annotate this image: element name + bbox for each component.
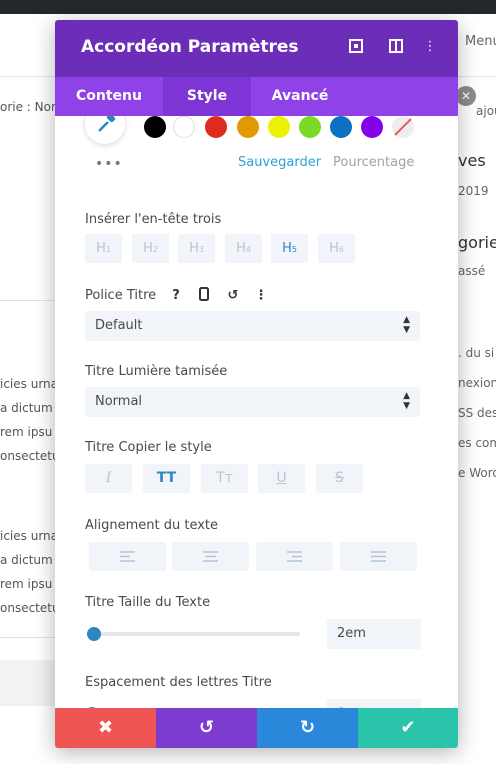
title-size-input[interactable]: 2em [327,619,421,649]
close-icon: ✖ [97,717,114,738]
color-swatch-yellow[interactable] [268,116,290,138]
title-font-icons: ? ↺ ⋮ [167,287,270,306]
bg-widget-text: SS des [458,406,496,420]
select-arrows-icon: ▲ ▼ [403,315,410,335]
bg-footer-block [0,660,60,706]
more-options-icon[interactable]: ⋮ [422,39,438,55]
strikethrough-button[interactable]: S [316,464,363,493]
bg-text-line: a dictum [0,401,53,415]
tab-style[interactable]: Style [163,77,251,116]
title-weight-label: Titre Lumière tamisée [85,364,228,379]
bg-widget-text: 2019 [458,184,489,198]
bg-widget-text: e Word [458,466,496,480]
align-center-button[interactable] [172,542,249,571]
color-swatch-red[interactable] [205,116,227,138]
undo-icon: ↺ [198,717,215,738]
underline-button[interactable]: U [258,464,305,493]
modal-header: Accordéon Paramètres ⋮ [55,20,458,77]
eyedropper-button[interactable] [85,116,125,144]
no-color-swatch[interactable] [392,116,414,138]
admin-bar [0,0,496,14]
tab-advanced[interactable]: Avancé [251,77,349,116]
heading-h1-button[interactable]: H1 [85,234,122,263]
close-circle-icon[interactable]: ✕ [456,86,476,106]
redo-icon: ↻ [299,717,316,738]
more-colors-icon[interactable]: ••• [95,156,123,172]
percent-link[interactable]: Pourcentage [333,155,414,170]
site-menu-link[interactable]: Menu [465,34,496,49]
uppercase-button[interactable]: TT [143,464,190,493]
undo-button[interactable]: ↺ [156,708,257,748]
bg-widget-title: ves [458,151,486,170]
bg-widget-text: . du si [458,346,495,360]
heading-h2-button[interactable]: H2 [132,234,169,263]
title-size-slider-track[interactable] [93,632,300,636]
checkmark-icon: ✔ [400,717,416,738]
help-icon[interactable]: ? [167,287,185,305]
color-swatch-green[interactable] [299,116,321,138]
text-align-label: Alignement du texte [85,518,219,533]
align-right-icon [287,551,302,562]
heading-h4-button[interactable]: H4 [225,234,262,263]
align-center-icon [203,551,218,562]
select-arrows-icon: ▲ ▼ [403,391,410,411]
modal-title: Accordéon Paramètres [81,37,299,57]
align-left-button[interactable] [89,542,166,571]
color-swatch-black[interactable] [144,116,166,138]
bg-text-line: icies urna [0,377,59,391]
align-justify-button[interactable] [340,542,417,571]
bg-text-line: icies urna [0,529,59,543]
italic-button[interactable]: I [85,464,132,493]
modal-footer: ✖ ↺ ↻ ✔ [55,708,458,748]
bg-text-line: a dictum [0,553,53,567]
settings-panel: ••• Sauvegarder Pourcentage Insérer l'en… [55,116,458,708]
redo-button[interactable]: ↻ [257,708,358,748]
reset-icon[interactable]: ↺ [224,287,242,305]
settings-modal: Accordéon Paramètres ⋮ Contenu Style Ava… [55,20,458,748]
heading-level-label: Insérer l'en-tête trois [85,212,222,227]
divider [0,637,60,638]
heading-h5-button[interactable]: H5 [271,234,308,263]
align-justify-icon [371,551,386,562]
align-left-icon [120,551,135,562]
bg-text-line: onsectetu [0,601,60,615]
bg-text-line: orie : Non [0,100,59,114]
title-font-select[interactable]: Default ▲ ▼ [85,311,420,341]
bg-text-line: rem ipsu [0,425,53,439]
options-icon[interactable]: ⋮ [252,287,270,305]
tab-bar: Contenu Style Avancé [55,77,458,116]
bg-widget-text: nexion [458,376,496,390]
title-font-label: Police Titre [85,288,157,303]
bg-text-line: onsectetu [0,449,60,463]
bg-widget-text: assé [458,264,486,278]
letter-spacing-label: Espacement des lettres Titre [85,675,272,690]
bg-right-text: ajou [476,104,496,118]
fullscreen-icon[interactable] [348,39,364,55]
save-button[interactable]: ✔ [358,708,458,748]
save-color-link[interactable]: Sauvegarder [238,155,321,170]
tab-content[interactable]: Contenu [55,77,163,116]
align-right-button[interactable] [256,542,333,571]
bg-widget-title: gorie [458,233,496,252]
color-swatch-white[interactable] [173,116,195,138]
title-size-label: Titre Taille du Texte [85,595,211,610]
title-style-label: Titre Copier le style [85,440,212,455]
eyedropper-icon [98,116,116,132]
divider [0,300,60,301]
heading-h6-button[interactable]: H6 [318,234,355,263]
bg-text-line: rem ipsu [0,577,53,591]
split-view-icon[interactable] [388,39,404,55]
letter-spacing-input[interactable]: 0px [327,699,421,708]
small-caps-button[interactable]: Tт [201,464,248,493]
heading-h3-button[interactable]: H3 [178,234,215,263]
cancel-button[interactable]: ✖ [55,708,156,748]
bg-widget-text: es com [458,436,496,450]
color-swatch-blue[interactable] [330,116,352,138]
no-color-icon [394,118,412,136]
mobile-icon[interactable] [195,287,213,305]
title-weight-select[interactable]: Normal ▲ ▼ [85,387,420,417]
color-swatch-purple[interactable] [361,116,383,138]
title-size-slider-handle[interactable] [87,627,101,641]
color-swatch-orange[interactable] [237,116,259,138]
